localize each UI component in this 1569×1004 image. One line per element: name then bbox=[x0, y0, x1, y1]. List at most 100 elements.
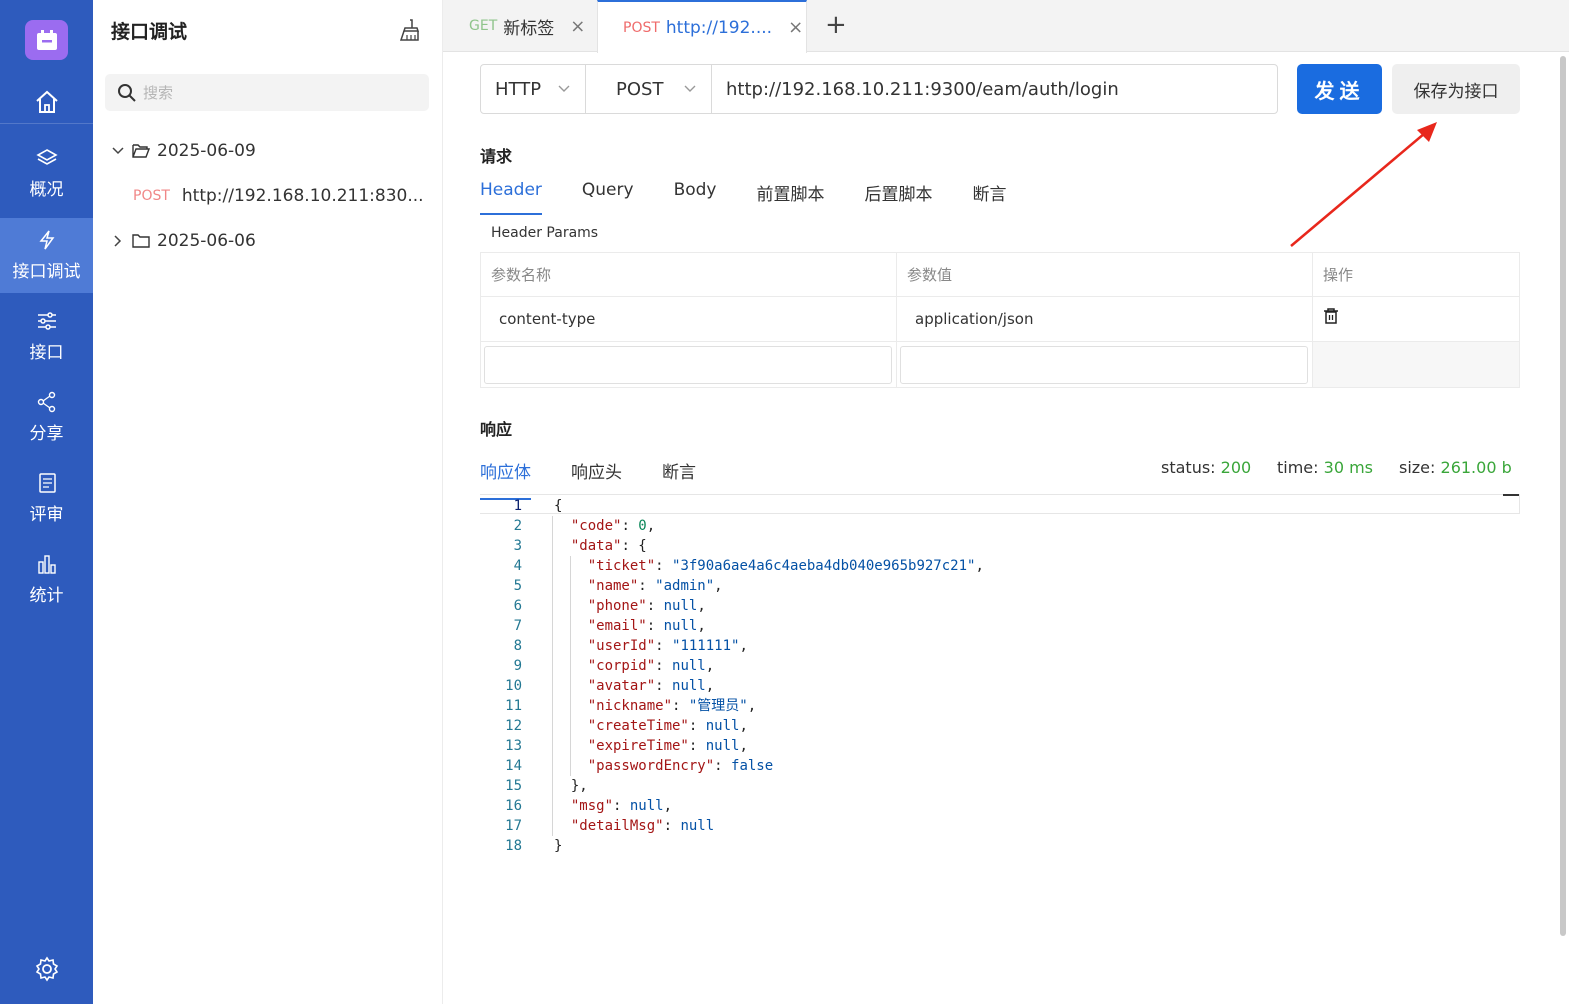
tab-body[interactable]: Body bbox=[674, 180, 717, 215]
request-tab-bar: GET 新标签 × POST http://192.... × + bbox=[443, 0, 1569, 53]
app-window: 概况 接口调试 接口 分享 评审 统计 接口调试 搜索 2025-06-09 P… bbox=[0, 0, 1569, 1004]
folder-open-icon bbox=[132, 144, 150, 158]
nav-item-review[interactable]: 评审 bbox=[0, 461, 93, 536]
line-number: 18 bbox=[505, 838, 522, 854]
chevron-down-icon bbox=[558, 85, 570, 92]
scrollbar[interactable] bbox=[1560, 56, 1566, 936]
tab-post-script[interactable]: 后置脚本 bbox=[865, 180, 933, 215]
trash-icon[interactable] bbox=[1323, 307, 1339, 325]
param-value-cell bbox=[897, 342, 1313, 387]
line-number: 12 bbox=[505, 718, 522, 734]
folder-date: 2025-06-09 bbox=[157, 141, 256, 161]
search-input[interactable] bbox=[143, 83, 413, 102]
tree-folder[interactable]: 2025-06-09 bbox=[111, 141, 256, 161]
nav-item-share[interactable]: 分享 bbox=[0, 380, 93, 455]
tab-new[interactable]: GET 新标签 × bbox=[469, 0, 585, 52]
param-value-input[interactable] bbox=[900, 345, 1308, 384]
clear-button[interactable] bbox=[398, 18, 420, 46]
folder-icon bbox=[132, 234, 150, 248]
time-value: 30 ms bbox=[1323, 458, 1374, 477]
search-box[interactable] bbox=[105, 74, 429, 111]
method-badge: POST bbox=[133, 188, 170, 204]
line-number: 11 bbox=[505, 698, 522, 714]
nav-item-overview[interactable]: 概况 bbox=[0, 136, 93, 211]
settings-button[interactable] bbox=[0, 956, 93, 982]
line-number: 14 bbox=[505, 758, 522, 774]
param-value-cell[interactable]: application/json bbox=[897, 297, 1313, 341]
line-number: 7 bbox=[513, 618, 522, 634]
chevron-down-icon bbox=[112, 147, 124, 155]
close-icon[interactable]: × bbox=[570, 16, 585, 37]
annotation-arrow bbox=[1290, 122, 1437, 247]
protocol-value: HTTP bbox=[495, 78, 542, 100]
line-number: 15 bbox=[505, 778, 522, 794]
collapse-icon[interactable] bbox=[1503, 494, 1519, 496]
nav-item-api[interactable]: 接口 bbox=[0, 299, 93, 374]
nav-label: 概况 bbox=[29, 180, 64, 200]
status-readout: status: 200 bbox=[1161, 458, 1251, 477]
tab-header[interactable]: Header bbox=[480, 180, 542, 215]
table-row: content-type application/json bbox=[481, 297, 1519, 342]
time-label: time: bbox=[1277, 458, 1319, 477]
nav-label: 分享 bbox=[29, 424, 64, 444]
tab-assert[interactable]: 断言 bbox=[973, 180, 1007, 215]
close-icon[interactable]: × bbox=[788, 17, 803, 38]
response-section-title: 响应 bbox=[480, 420, 513, 439]
response-body-editor[interactable]: { "code": 0, "data": { "ticket": "3f90a6… bbox=[554, 496, 984, 856]
tree-folder[interactable]: 2025-06-06 bbox=[111, 231, 256, 251]
add-tab-button[interactable]: + bbox=[825, 10, 847, 40]
column-header: 操作 bbox=[1323, 266, 1354, 284]
tab-query[interactable]: Query bbox=[582, 180, 634, 215]
share-icon bbox=[37, 391, 55, 413]
folder-date: 2025-06-06 bbox=[157, 231, 256, 251]
header-params-label: Header Params bbox=[491, 225, 599, 241]
calendar-icon bbox=[36, 30, 57, 50]
nav-item-stats[interactable]: 统计 bbox=[0, 542, 93, 617]
app-logo bbox=[25, 20, 68, 60]
tab-title: 新标签 bbox=[503, 18, 555, 39]
line-number: 3 bbox=[513, 538, 522, 554]
status-label: status: bbox=[1161, 458, 1216, 477]
chevron-down-icon bbox=[684, 85, 696, 92]
nav-label: 统计 bbox=[29, 586, 64, 606]
column-header: 参数名称 bbox=[481, 253, 897, 296]
tab-pre-script[interactable]: 前置脚本 bbox=[757, 180, 825, 215]
request-tabs: Header Query Body 前置脚本 后置脚本 断言 bbox=[480, 180, 1047, 215]
tab-post-login[interactable]: POST http://192.... × bbox=[597, 0, 807, 53]
home-icon bbox=[35, 90, 58, 113]
line-number: 9 bbox=[513, 658, 522, 674]
nav-item-api-debug[interactable]: 接口调试 bbox=[0, 218, 93, 293]
param-name-input[interactable] bbox=[484, 345, 892, 384]
bar-chart-icon bbox=[37, 555, 56, 574]
table-header-row: 参数名称 参数值 操作 bbox=[481, 253, 1519, 297]
line-number: 4 bbox=[513, 558, 522, 574]
save-as-api-button[interactable]: 保存为接口 bbox=[1392, 64, 1520, 114]
nav-label: 接口 bbox=[29, 343, 64, 363]
param-name-cell bbox=[481, 342, 897, 387]
indent-guide bbox=[552, 516, 553, 836]
line-number: 8 bbox=[513, 638, 522, 654]
layers-icon bbox=[35, 149, 58, 165]
broom-icon bbox=[399, 19, 420, 41]
tab-method: POST bbox=[623, 19, 660, 36]
url-input[interactable] bbox=[711, 64, 1278, 114]
size-label: size: bbox=[1399, 458, 1436, 477]
size-readout: size: 261.00 b bbox=[1399, 458, 1512, 477]
status-value: 200 bbox=[1220, 458, 1252, 477]
column-header: 参数值 bbox=[897, 253, 1313, 296]
chevron-right-icon bbox=[114, 235, 122, 247]
send-button[interactable]: 发送 bbox=[1297, 64, 1382, 114]
param-name-cell[interactable]: content-type bbox=[481, 297, 897, 341]
line-number: 17 bbox=[505, 818, 522, 834]
nav-home[interactable] bbox=[0, 80, 93, 124]
tree-item-request[interactable]: POST http://192.168.10.211:830... bbox=[133, 186, 424, 206]
method-value: POST bbox=[616, 78, 664, 100]
nav-label: 评审 bbox=[29, 505, 64, 525]
document-icon bbox=[38, 473, 56, 493]
lightning-icon bbox=[38, 230, 54, 250]
method-select[interactable]: POST bbox=[585, 64, 712, 114]
left-nav: 概况 接口调试 接口 分享 评审 统计 bbox=[0, 0, 93, 1004]
api-tree-panel: 接口调试 2025-06-09 POST http://192.168.10.2… bbox=[93, 0, 443, 1004]
protocol-select[interactable]: HTTP bbox=[480, 64, 586, 114]
size-value: 261.00 b bbox=[1440, 458, 1512, 477]
